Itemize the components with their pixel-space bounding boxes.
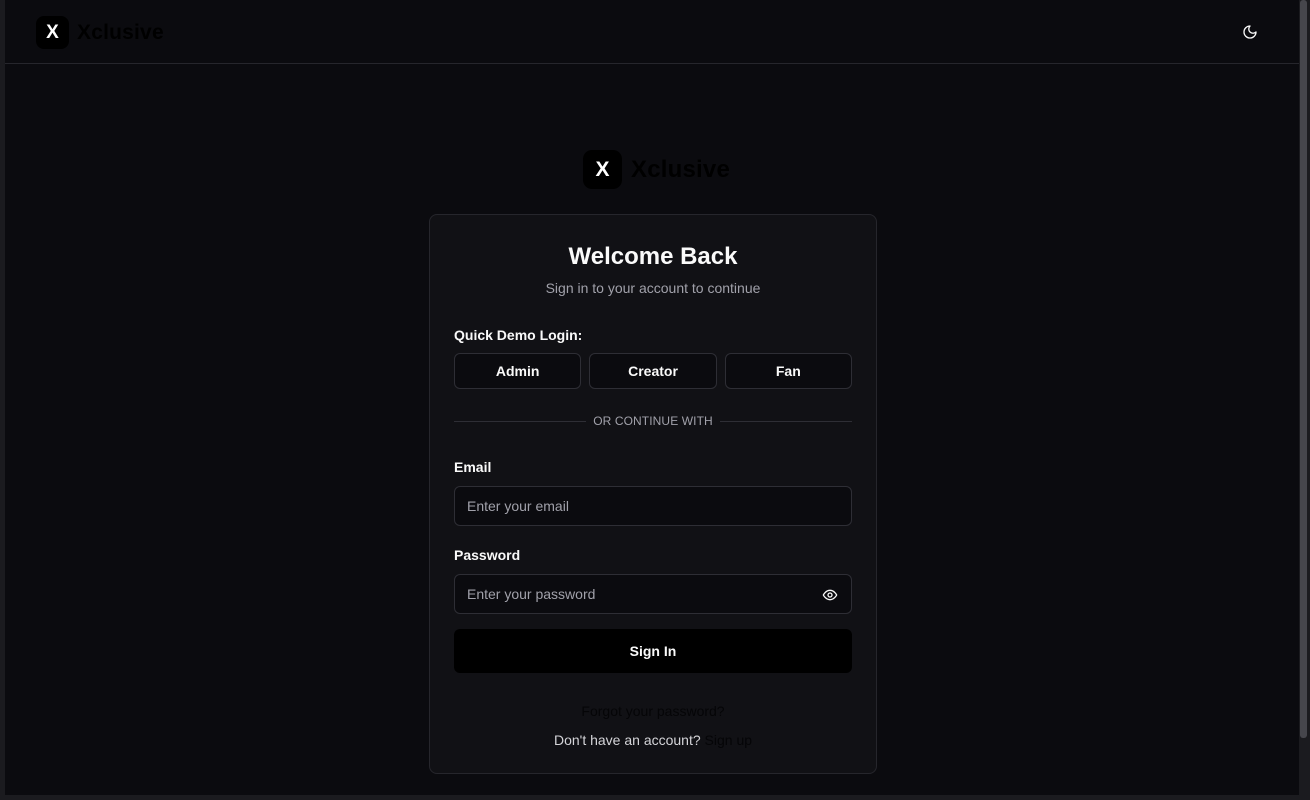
forgot-password-link[interactable]: Forgot your password?	[430, 703, 876, 719]
divider-line-right	[719, 420, 852, 422]
quick-demo-buttons: Admin Creator Fan	[454, 353, 852, 389]
card-title: Welcome Back	[568, 243, 738, 270]
password-label: Password	[454, 547, 521, 563]
center-brand-logo: X	[583, 150, 622, 189]
divider-line-left	[454, 420, 587, 422]
vertical-scrollbar-thumb[interactable]	[1300, 0, 1307, 738]
or-divider: OR CONTINUE WITH	[454, 414, 852, 428]
no-account-text: Don't have an account?	[553, 732, 701, 748]
signup-prompt: Don't have an account? Sign up	[430, 732, 876, 748]
demo-fan-button[interactable]: Fan	[724, 353, 852, 389]
center-brand: X Xclusive	[583, 150, 730, 189]
demo-creator-button[interactable]: Creator	[589, 353, 717, 389]
demo-admin-button[interactable]: Admin	[454, 353, 582, 389]
email-label: Email	[454, 459, 492, 475]
toggle-password-visibility-button[interactable]	[821, 586, 839, 604]
sign-up-link[interactable]: Sign up	[705, 732, 752, 748]
divider-text: OR CONTINUE WITH	[593, 414, 713, 428]
page: X Xclusive X Xclusive Welcome Back Sign …	[5, 0, 1299, 795]
center-brand-name: Xclusive	[631, 155, 730, 183]
center-brand-logo-letter: X	[595, 157, 610, 181]
header-brand[interactable]: X Xclusive	[36, 16, 164, 49]
eye-icon	[822, 589, 838, 601]
password-field[interactable]	[455, 575, 851, 613]
brand-logo-letter: X	[46, 21, 59, 43]
quick-demo-label: Quick Demo Login:	[454, 327, 583, 343]
email-field[interactable]	[455, 487, 851, 525]
brand-logo: X	[36, 16, 69, 49]
brand-name: Xclusive	[77, 20, 164, 44]
theme-toggle-button[interactable]	[1239, 21, 1261, 43]
password-field-box	[454, 574, 852, 614]
email-field-box	[454, 486, 852, 526]
sign-in-button[interactable]: Sign In	[454, 629, 852, 673]
card-subtitle: Sign in to your account to continue	[545, 280, 761, 296]
moon-icon	[1243, 25, 1257, 39]
top-navbar: X Xclusive	[5, 0, 1299, 64]
login-card: Welcome Back Sign in to your account to …	[429, 214, 877, 774]
